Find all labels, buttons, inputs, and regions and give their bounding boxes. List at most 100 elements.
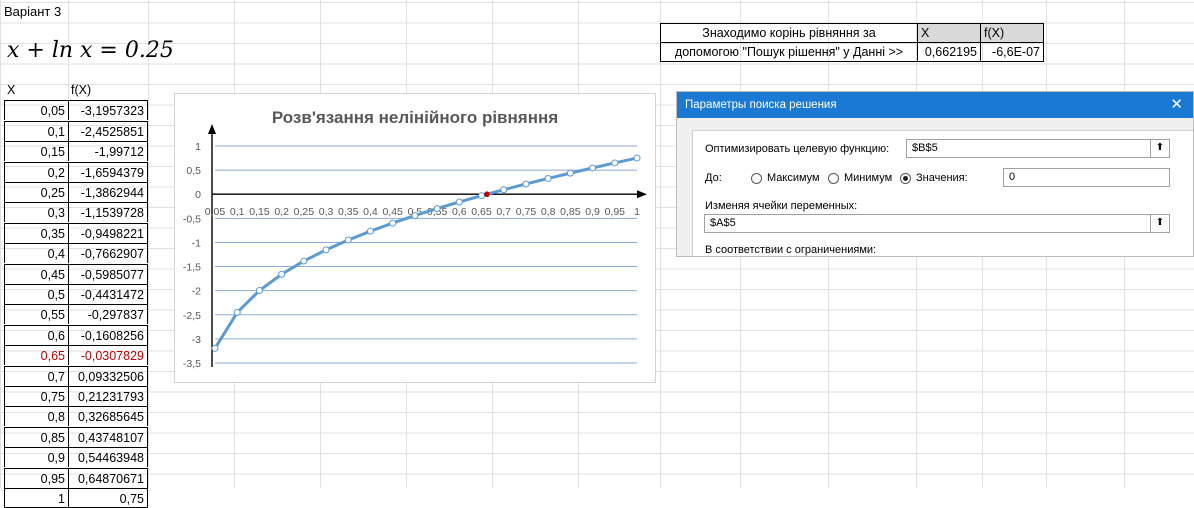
summary-label-line2[interactable]: допомогою "Пошук рішення" у Данні >>: [660, 42, 918, 62]
cell-x[interactable]: 0,55: [4, 304, 68, 325]
cell-fx[interactable]: -2,4525851: [68, 120, 148, 141]
cell-x[interactable]: 1: [4, 488, 68, 508]
data-point: [500, 186, 508, 194]
cell-x[interactable]: 0,95: [4, 467, 68, 488]
cell-fx[interactable]: -0,9498221: [68, 222, 148, 243]
x-tick-label: 0,65: [471, 206, 492, 218]
data-point: [255, 287, 263, 295]
changing-cells-field[interactable]: $A$5 ⬆: [704, 214, 1170, 233]
objective-label: Оптимизировать целевую функцию:: [705, 143, 890, 155]
radio-max[interactable]: [751, 173, 762, 184]
x-tick-label: 0,75: [516, 206, 537, 218]
constraints-label: В соответствии с ограничениями:: [705, 244, 877, 256]
summary-label-line1[interactable]: Знаходимо корінь рівняння за: [660, 23, 918, 43]
data-point: [478, 192, 486, 200]
range-select-icon[interactable]: ⬆: [1150, 214, 1169, 233]
close-icon[interactable]: ✕: [1170, 92, 1183, 118]
x-tick-label: 0,2: [274, 206, 289, 218]
y-axis-arrow: [208, 124, 216, 134]
cell-fx[interactable]: 0,64870671: [68, 467, 148, 488]
cell-fx[interactable]: 0,32685645: [68, 406, 148, 427]
data-point: [300, 257, 308, 265]
cell-x[interactable]: 0,7: [4, 365, 68, 386]
x-tick-label: 0,9: [585, 206, 600, 218]
dialog-titlebar[interactable]: Параметры поиска решения ✕: [677, 92, 1193, 118]
data-point: [389, 219, 397, 227]
cell-x[interactable]: 0,05: [4, 100, 68, 121]
cell-fx[interactable]: -0,297837: [68, 304, 148, 325]
cell-fx[interactable]: -1,1539728: [68, 202, 148, 223]
chart-panel[interactable]: Розв'язання нелінійного рівняння 1 0,5 0 -0,…: [174, 93, 656, 383]
cell-fx[interactable]: 0,75: [68, 488, 148, 508]
y-tick-label: -1,5: [183, 262, 201, 274]
to-label: До:: [705, 172, 722, 184]
cell-fx[interactable]: -0,7662907: [68, 243, 148, 264]
cell-fx[interactable]: -1,3862944: [68, 182, 148, 202]
x-tick-label: 0,25: [294, 206, 315, 218]
data-point: [433, 205, 441, 213]
data-point: [322, 246, 330, 254]
cell-fx[interactable]: 0,21231793: [68, 386, 148, 406]
cell-fx[interactable]: -3,1957323: [68, 100, 148, 121]
equation-formula: x + ln x = 0.25: [7, 38, 174, 63]
cell-x[interactable]: 0,35: [4, 222, 68, 243]
cell-x[interactable]: 0,9: [4, 447, 68, 468]
root-summary-table: Знаходимо корінь рівняння за X f(X) допо…: [660, 23, 1044, 62]
data-point: [633, 154, 641, 162]
cell-fx[interactable]: -0,5985077: [68, 263, 148, 284]
opt-value-label: Значения:: [916, 172, 968, 184]
x-tick-label: 0,4: [363, 206, 378, 218]
data-point: [411, 212, 419, 220]
cell-fx[interactable]: 0,43748107: [68, 426, 148, 447]
y-tick-label: -0,5: [183, 213, 201, 225]
data-point: [544, 174, 552, 182]
cell-x[interactable]: 0,75: [4, 386, 68, 406]
cell-x[interactable]: 0,3: [4, 202, 68, 223]
cell-x[interactable]: 0,45: [4, 263, 68, 284]
changing-label: Изменяя ячейки переменных:: [705, 200, 858, 212]
y-tick-label: -2: [192, 286, 201, 298]
cell-x[interactable]: 0,8: [4, 406, 68, 427]
cell-x[interactable]: 0,85: [4, 426, 68, 447]
x-tick-label: 0,85: [560, 206, 581, 218]
cell-x[interactable]: 0,2: [4, 161, 68, 182]
cell-x[interactable]: 0,15: [4, 141, 68, 162]
radio-value[interactable]: [900, 173, 911, 184]
summary-x-value[interactable]: 0,662195: [917, 42, 981, 62]
data-point: [278, 270, 286, 278]
data-point: [611, 159, 619, 167]
cell-fx[interactable]: -1,6594379: [68, 161, 148, 182]
cell-fx[interactable]: -0,0307829: [68, 345, 148, 366]
cell-x[interactable]: 0,25: [4, 182, 68, 202]
header-x[interactable]: X: [4, 80, 68, 100]
y-tick-label: 0: [195, 189, 201, 201]
range-select-icon[interactable]: ⬆: [1150, 139, 1169, 158]
summary-x-header[interactable]: X: [917, 23, 981, 43]
x-tick-label: 0,8: [541, 206, 556, 218]
cell-fx[interactable]: -0,4431472: [68, 284, 148, 304]
x-tick-label: 0,15: [249, 206, 270, 218]
cell-x[interactable]: 0,6: [4, 324, 68, 345]
dialog-title: Параметры поиска решения: [685, 99, 837, 111]
cell-fx[interactable]: 0,54463948: [68, 447, 148, 468]
x-tick-label: 0,1: [230, 206, 245, 218]
spreadsheet-area: Варіант 3 x + ln x = 0.25 Xf(X) 0,05 -3,19…: [0, 0, 1194, 508]
cell-x[interactable]: 0,4: [4, 243, 68, 264]
cell-fx[interactable]: -0,1608256: [68, 324, 148, 345]
x-tick-label: 0,3: [319, 206, 334, 218]
cell-x[interactable]: 0,5: [4, 284, 68, 304]
changing-value: $A$5: [710, 217, 736, 229]
objective-field[interactable]: $B$5 ⬆: [906, 139, 1170, 158]
summary-fx-header[interactable]: f(X): [980, 23, 1044, 43]
data-point: [566, 169, 574, 177]
radio-min[interactable]: [828, 173, 839, 184]
cell-x[interactable]: 0,65: [4, 345, 68, 366]
cell-fx[interactable]: 0,09332506: [68, 365, 148, 386]
summary-fx-value[interactable]: -6,6E-07: [980, 42, 1044, 62]
target-value-field[interactable]: 0: [1003, 168, 1170, 187]
variant-label[interactable]: Варіант 3: [4, 4, 61, 19]
y-tick-label: 1: [195, 141, 201, 153]
cell-x[interactable]: 0,1: [4, 120, 68, 141]
cell-fx[interactable]: -1,99712: [68, 141, 148, 162]
header-fx[interactable]: f(X): [68, 80, 148, 100]
